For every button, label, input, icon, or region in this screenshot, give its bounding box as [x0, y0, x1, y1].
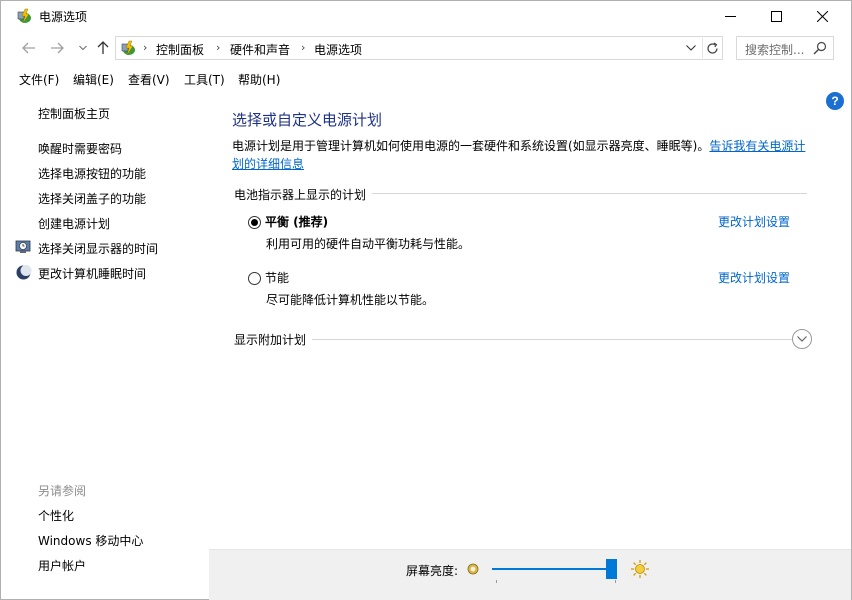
- chevron-right-icon[interactable]: ›: [301, 41, 305, 54]
- plan-radio-power-saver[interactable]: [248, 272, 261, 285]
- plan-radio-balanced[interactable]: [248, 216, 261, 229]
- change-plan-settings-power-saver[interactable]: 更改计划设置: [718, 269, 790, 286]
- plans-group-title: 电池指示器上显示的计划: [234, 186, 373, 203]
- sidebar-item-control-panel-home[interactable]: 控制面板主页: [38, 105, 110, 122]
- maximize-icon: [770, 10, 782, 22]
- plan-desc-power-saver: 尽可能降低计算机性能以节能。: [266, 293, 435, 307]
- title-bar: 电源选项: [1, 1, 851, 31]
- main-content: ? 选择或自定义电源计划 电源计划是用于管理计算机如何使用电源的一套硬件和系统设…: [209, 89, 851, 549]
- slider-tick: [496, 580, 497, 583]
- chevron-right-icon[interactable]: ›: [216, 41, 220, 54]
- brightness-low-icon: [467, 563, 479, 575]
- sidebar-item-display-off-time[interactable]: 选择关闭显示器的时间: [38, 240, 158, 257]
- brightness-slider-fill: [492, 568, 612, 570]
- menu-view[interactable]: 查看(V): [128, 71, 170, 88]
- chevron-down-icon: [79, 45, 87, 51]
- arrow-up-icon: [97, 41, 109, 54]
- address-bar[interactable]: › 控制面板 › 硬件和声音 › 电源选项: [115, 36, 723, 60]
- brightness-slider-thumb[interactable]: [606, 559, 617, 579]
- slider-tick: [615, 580, 616, 583]
- menu-bar: 文件(F) 编辑(E) 查看(V) 工具(T) 帮助(H): [1, 67, 851, 89]
- up-button[interactable]: [93, 38, 113, 58]
- learn-more-link-part1[interactable]: 告诉我有关电源计: [709, 139, 805, 153]
- back-button[interactable]: [19, 38, 39, 58]
- sidebar-item-sleep-time[interactable]: 更改计算机睡眠时间: [38, 265, 146, 282]
- brightness-high-icon: [631, 560, 649, 578]
- sidebar-item-close-lid[interactable]: 选择关闭盖子的功能: [38, 190, 146, 207]
- window-title: 电源选项: [39, 10, 88, 24]
- sidebar-item-power-button[interactable]: 选择电源按钮的功能: [38, 165, 146, 182]
- chevron-down-icon: [797, 336, 807, 342]
- refresh-button[interactable]: [702, 38, 722, 58]
- menu-tools[interactable]: 工具(T): [184, 71, 225, 88]
- plan-desc-balanced: 利用可用的硬件自动平衡功耗与性能。: [266, 237, 471, 251]
- brightness-slider-track[interactable]: [492, 568, 617, 570]
- close-icon: [816, 10, 828, 22]
- breadcrumb-power-options[interactable]: 电源选项: [314, 41, 362, 58]
- minimize-button[interactable]: [707, 1, 753, 31]
- search-icon[interactable]: [813, 41, 827, 55]
- breadcrumb-hardware-sound[interactable]: 硬件和声音: [230, 41, 290, 58]
- search-input[interactable]: 搜索控制...: [745, 41, 804, 58]
- change-plan-settings-balanced[interactable]: 更改计划设置: [718, 213, 790, 230]
- chevron-right-icon[interactable]: ›: [143, 41, 147, 54]
- arrow-right-icon: [51, 42, 64, 54]
- left-pane: 控制面板主页 唤醒时需要密码 选择电源按钮的功能 选择关闭盖子的功能 创建电源计…: [1, 89, 209, 600]
- search-box[interactable]: 搜索控制...: [736, 36, 834, 60]
- show-extra-plans-label[interactable]: 显示附加计划: [234, 331, 313, 348]
- plan-name-balanced[interactable]: 平衡 (推荐): [265, 213, 328, 230]
- power-options-icon: [121, 40, 135, 56]
- refresh-icon: [707, 41, 718, 54]
- close-button[interactable]: [799, 1, 845, 31]
- breadcrumb-control-panel[interactable]: 控制面板: [156, 41, 204, 58]
- sidebar-item-user-accounts[interactable]: 用户帐户: [38, 557, 86, 574]
- power-options-icon: [17, 8, 31, 24]
- brightness-bar: 屏幕亮度:: [209, 549, 851, 600]
- forward-button[interactable]: [47, 38, 67, 58]
- display-timer-icon: [15, 240, 31, 253]
- sidebar-item-personalization[interactable]: 个性化: [38, 507, 74, 524]
- brightness-label: 屏幕亮度:: [406, 564, 459, 578]
- menu-help[interactable]: 帮助(H): [238, 71, 280, 88]
- page-description: 电源计划是用于管理计算机如何使用电源的一套硬件和系统设置(如显示器亮度、睡眠等)…: [232, 137, 812, 173]
- learn-more-link-part2[interactable]: 划的详细信息: [232, 157, 304, 171]
- chevron-down-icon: [686, 45, 696, 51]
- help-icon[interactable]: ?: [826, 92, 844, 110]
- expand-extra-plans-button[interactable]: [792, 329, 812, 349]
- navigation-bar: › 控制面板 › 硬件和声音 › 电源选项 搜索控制...: [1, 35, 851, 61]
- menu-edit[interactable]: 编辑(E): [73, 71, 114, 88]
- extra-plans-divider: [234, 339, 792, 340]
- see-also-heading: 另请参阅: [38, 484, 87, 498]
- page-title: 选择或自定义电源计划: [232, 111, 383, 129]
- description-text: 电源计划是用于管理计算机如何使用电源的一套硬件和系统设置(如显示器亮度、睡眠等)…: [232, 139, 710, 153]
- plan-name-power-saver[interactable]: 节能: [265, 269, 289, 286]
- minimize-icon: [724, 15, 736, 17]
- sidebar-item-mobility-center[interactable]: Windows 移动中心: [38, 532, 143, 549]
- recent-locations-button[interactable]: [73, 38, 93, 58]
- power-options-window: 电源选项 › 控制面板 › 硬件和声音 › 电源选项 搜索控制... 文件(F)…: [0, 0, 852, 600]
- sidebar-item-create-plan[interactable]: 创建电源计划: [38, 215, 110, 232]
- arrow-left-icon: [22, 42, 35, 54]
- sleep-moon-icon: [16, 265, 32, 280]
- sidebar-item-require-password[interactable]: 唤醒时需要密码: [38, 140, 122, 157]
- menu-file[interactable]: 文件(F): [19, 71, 59, 88]
- address-dropdown-button[interactable]: [684, 40, 698, 56]
- maximize-button[interactable]: [753, 1, 799, 31]
